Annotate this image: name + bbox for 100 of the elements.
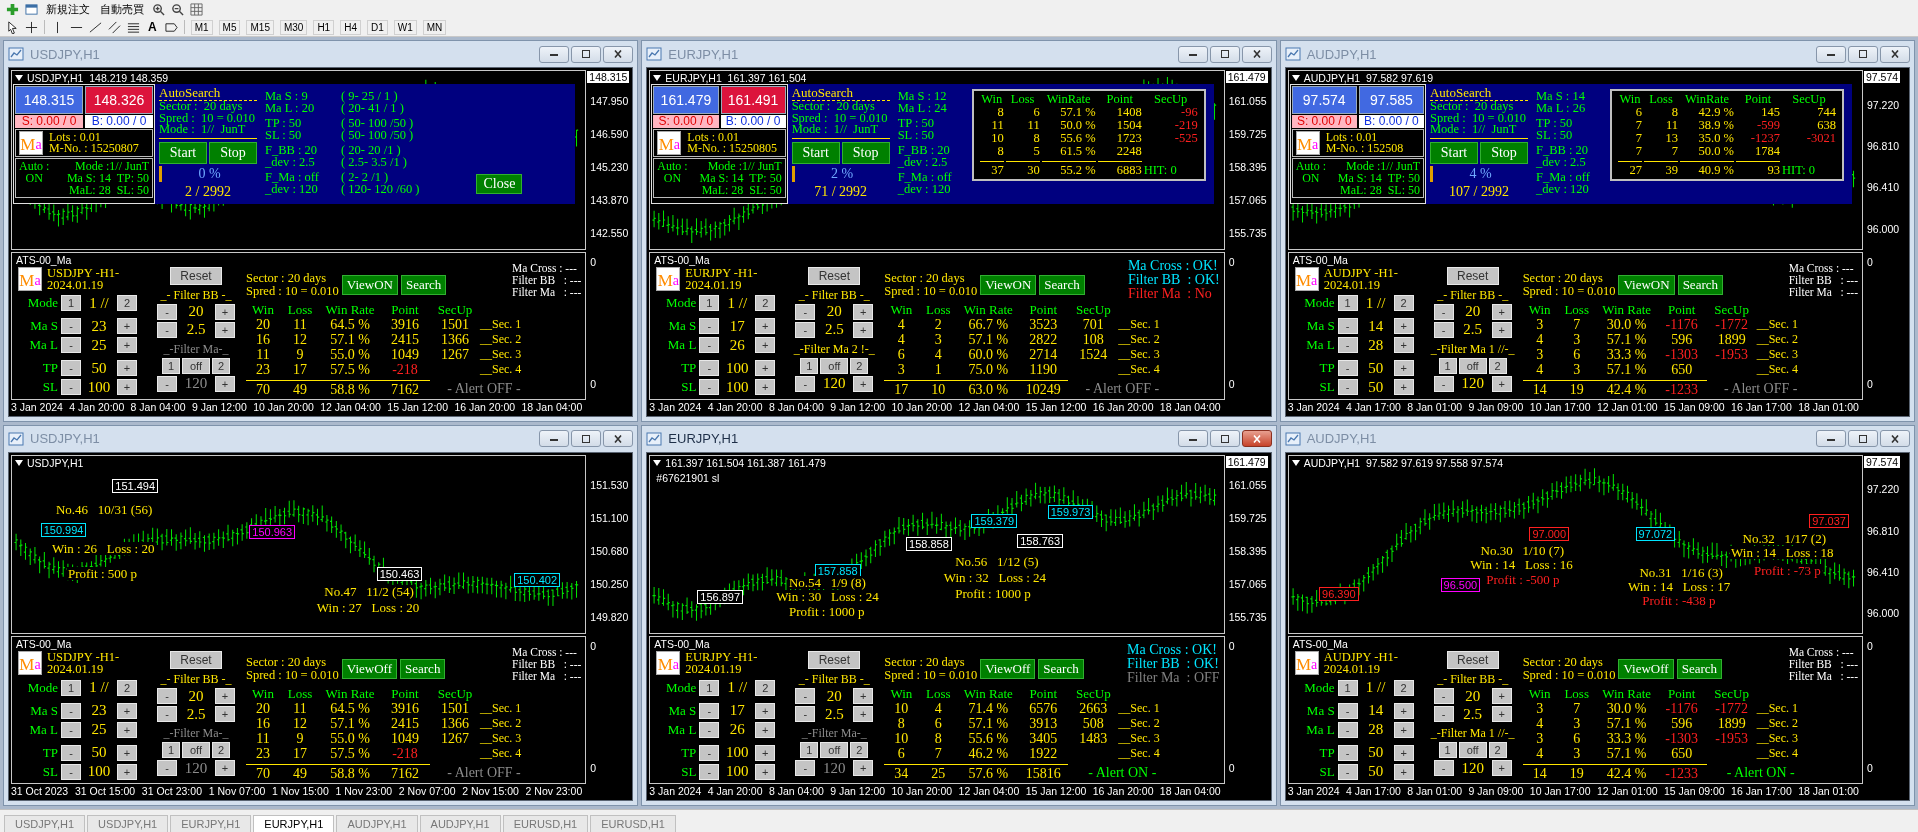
filter-ma-button[interactable]: 2 xyxy=(850,357,869,374)
filter-ma-button[interactable]: 1 xyxy=(1438,742,1457,758)
minimize-button[interactable] xyxy=(1816,430,1846,447)
decrease-button[interactable]: - xyxy=(157,760,177,776)
decrease-button[interactable]: - xyxy=(699,702,720,719)
stop-button[interactable]: Stop xyxy=(841,141,890,164)
timeframe-button[interactable]: MN xyxy=(422,19,447,35)
increase-button[interactable]: + xyxy=(755,702,776,719)
timeframe-button[interactable]: H4 xyxy=(340,19,361,35)
filter-ma-button[interactable]: 2 xyxy=(212,742,230,758)
decrease-button[interactable]: - xyxy=(1433,688,1454,704)
increase-button[interactable]: + xyxy=(853,303,874,320)
toolbar-button[interactable]: 自動売買 xyxy=(98,1,146,17)
dropdown-triangle-icon[interactable] xyxy=(1291,75,1300,81)
decrease-button[interactable]: - xyxy=(699,764,720,780)
increase-button[interactable]: + xyxy=(1393,379,1414,396)
search-button[interactable]: Search xyxy=(400,659,446,679)
decrease-button[interactable]: - xyxy=(795,303,816,320)
increase-button[interactable]: + xyxy=(1393,360,1414,377)
bid-price-button[interactable]: 161.479 xyxy=(653,86,719,114)
decrease-button[interactable]: - xyxy=(61,379,81,396)
decrease-button[interactable]: - xyxy=(1337,702,1358,719)
increase-button[interactable]: + xyxy=(853,688,874,704)
mode-button[interactable]: 1 xyxy=(61,295,81,312)
increase-button[interactable]: + xyxy=(853,706,874,722)
view-toggle-button[interactable]: ViewOff xyxy=(1618,659,1674,679)
maximize-button[interactable] xyxy=(1848,45,1878,63)
reset-button[interactable]: Reset xyxy=(808,266,861,285)
mode-button[interactable]: 1 xyxy=(1337,679,1358,696)
chart-tab[interactable]: EURJPY,H1 xyxy=(253,815,335,832)
decrease-button[interactable]: - xyxy=(1337,379,1358,396)
filter-ma-button[interactable]: off xyxy=(820,357,849,374)
decrease-button[interactable]: - xyxy=(795,375,816,392)
decrease-button[interactable]: - xyxy=(795,688,816,704)
decrease-button[interactable]: - xyxy=(1337,721,1358,738)
filter-ma-button[interactable]: off xyxy=(1458,357,1487,374)
minimize-button[interactable] xyxy=(539,430,570,447)
decrease-button[interactable]: - xyxy=(795,706,816,722)
chart-tab[interactable]: AUDJPY,H1 xyxy=(419,815,501,832)
filter-ma-button[interactable]: off xyxy=(1458,742,1487,758)
dropdown-triangle-icon[interactable] xyxy=(1291,459,1300,466)
zoom-out-icon[interactable] xyxy=(171,2,184,16)
start-button[interactable]: Start xyxy=(791,141,840,164)
increase-button[interactable]: + xyxy=(117,379,137,396)
increase-button[interactable]: + xyxy=(215,688,235,704)
filter-ma-button[interactable]: 1 xyxy=(162,742,180,758)
filter-ma-button[interactable]: 1 xyxy=(1438,357,1457,374)
increase-button[interactable]: + xyxy=(117,702,137,719)
toolbar-button[interactable]: 新規注文 xyxy=(44,1,92,17)
increase-button[interactable]: + xyxy=(1393,337,1414,354)
decrease-button[interactable]: - xyxy=(1433,321,1454,338)
filter-ma-button[interactable]: off xyxy=(182,742,210,758)
reset-button[interactable]: Reset xyxy=(170,651,222,669)
bid-price-button[interactable]: 148.315 xyxy=(15,86,83,114)
bid-price-button[interactable]: 97.574 xyxy=(1291,86,1357,114)
maximize-button[interactable] xyxy=(571,430,602,447)
mode-button[interactable]: 1 xyxy=(699,295,720,312)
maximize-button[interactable] xyxy=(1209,430,1240,447)
dropdown-triangle-icon[interactable] xyxy=(653,459,662,466)
minimize-button[interactable] xyxy=(1177,430,1208,447)
decrease-button[interactable]: - xyxy=(699,337,720,354)
decrease-button[interactable]: - xyxy=(1433,375,1454,392)
decrease-button[interactable]: - xyxy=(699,379,720,396)
decrease-button[interactable]: - xyxy=(1433,760,1454,776)
mode-button[interactable]: 2 xyxy=(755,295,776,312)
decrease-button[interactable]: - xyxy=(699,721,720,738)
decrease-button[interactable]: - xyxy=(699,318,720,335)
minimize-button[interactable] xyxy=(539,45,570,63)
mode-button[interactable]: 2 xyxy=(117,679,137,696)
increase-button[interactable]: + xyxy=(117,764,137,780)
chart-tab[interactable]: EURUSD,H1 xyxy=(502,815,589,832)
increase-button[interactable]: + xyxy=(853,321,874,338)
increase-button[interactable]: + xyxy=(117,318,137,335)
dropdown-triangle-icon[interactable] xyxy=(15,459,23,466)
increase-button[interactable]: + xyxy=(1491,303,1512,320)
increase-button[interactable]: + xyxy=(1491,706,1512,722)
filter-ma-button[interactable]: off xyxy=(182,357,210,374)
close-panel-button[interactable]: Close xyxy=(476,174,523,194)
chart-tab[interactable]: EURJPY,H1 xyxy=(170,815,252,832)
timeframe-button[interactable]: W1 xyxy=(393,19,417,35)
decrease-button[interactable]: - xyxy=(795,321,816,338)
increase-button[interactable]: + xyxy=(1491,321,1512,338)
increase-button[interactable]: + xyxy=(755,744,776,761)
decrease-button[interactable]: - xyxy=(1337,764,1358,780)
timeframe-button[interactable]: H1 xyxy=(313,19,335,35)
filter-ma-button[interactable]: 2 xyxy=(1488,357,1507,374)
view-toggle-button[interactable]: ViewOff xyxy=(980,659,1036,679)
decrease-button[interactable]: - xyxy=(61,764,81,780)
decrease-button[interactable]: - xyxy=(61,337,81,354)
minimize-button[interactable] xyxy=(1816,45,1846,63)
mode-button[interactable]: 1 xyxy=(61,679,81,696)
grid-icon[interactable] xyxy=(190,2,203,16)
increase-button[interactable]: + xyxy=(215,321,235,338)
label-tag-icon[interactable] xyxy=(164,20,178,34)
maximize-button[interactable] xyxy=(571,45,602,63)
timeframe-button[interactable]: M15 xyxy=(246,19,274,35)
decrease-button[interactable]: - xyxy=(157,688,177,704)
increase-button[interactable]: + xyxy=(215,303,235,320)
mode-button[interactable]: 1 xyxy=(699,679,720,696)
increase-button[interactable]: + xyxy=(755,764,776,780)
